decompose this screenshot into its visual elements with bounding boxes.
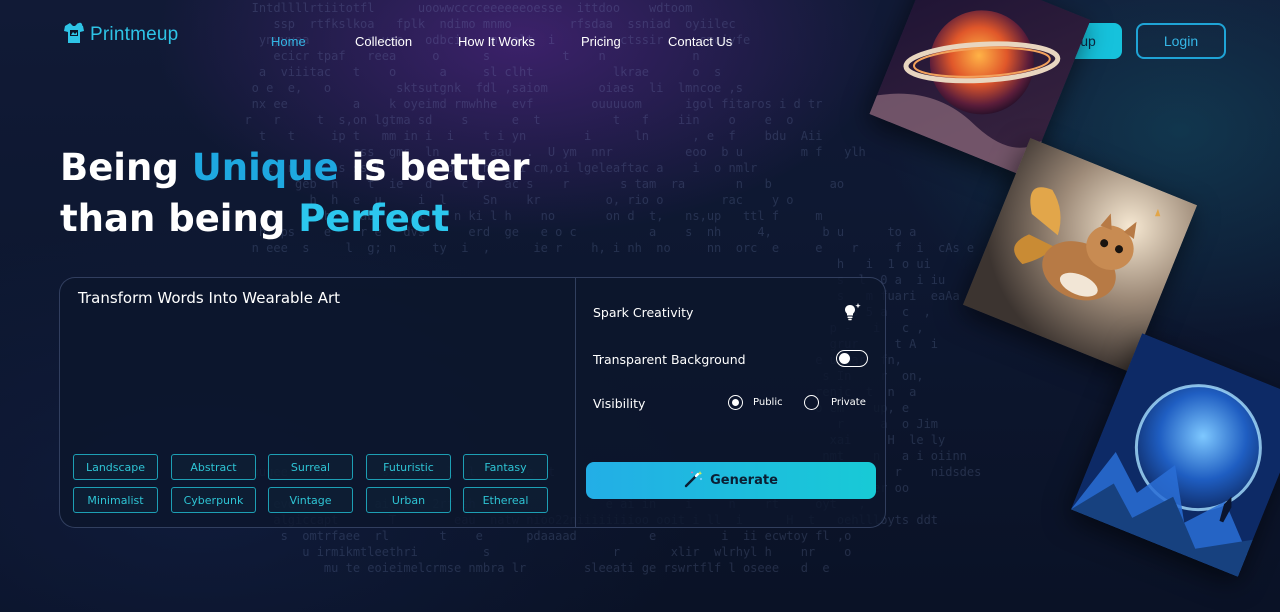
generator-card: Transform Words Into Wearable Art Landsc…: [59, 277, 886, 528]
style-tag-minimalist[interactable]: Minimalist: [73, 487, 158, 513]
lightbulb-sparkle-icon[interactable]: [842, 302, 862, 322]
hero-headline: Being Unique is better than being Perfec…: [60, 142, 580, 244]
page: Intdllllrtiitotfl uoowwcccceeeeeeoesse i…: [0, 0, 1280, 612]
magic-wand-icon: [684, 470, 704, 492]
hero-line2-pre: than being: [60, 197, 299, 240]
style-tag-surreal[interactable]: Surreal: [268, 454, 353, 480]
nav-how-it-works[interactable]: How It Works: [458, 34, 535, 49]
generate-label: Generate: [710, 473, 778, 488]
gallery-image-blue-moon[interactable]: [1070, 333, 1280, 577]
nav-home[interactable]: Home: [271, 34, 306, 49]
visibility-private-label: Private: [831, 397, 866, 408]
visibility-private-radio[interactable]: [804, 395, 819, 410]
nav-contact-us[interactable]: Contact Us: [668, 34, 732, 49]
hero-line1-pre: Being: [60, 146, 192, 189]
style-tag-abstract[interactable]: Abstract: [171, 454, 256, 480]
style-tag-futuristic[interactable]: Futuristic: [366, 454, 451, 480]
hero-line1-post: is better: [338, 146, 530, 189]
spark-creativity-label: Spark Creativity: [593, 305, 694, 320]
hero-highlight-perfect: Perfect: [298, 197, 450, 240]
visibility-public-radio[interactable]: [728, 395, 743, 410]
nav-collection[interactable]: Collection: [355, 34, 412, 49]
nav-pricing[interactable]: Pricing: [581, 34, 621, 49]
style-tag-fantasy[interactable]: Fantasy: [463, 454, 548, 480]
transparent-background-label: Transparent Background: [593, 352, 746, 367]
prompt-title: Transform Words Into Wearable Art: [78, 289, 341, 307]
login-button[interactable]: Login: [1136, 23, 1226, 59]
style-tag-landscape[interactable]: Landscape: [73, 454, 158, 480]
visibility-public-label: Public: [753, 397, 783, 408]
style-tag-vintage[interactable]: Vintage: [268, 487, 353, 513]
prompt-input[interactable]: [76, 314, 556, 444]
visibility-label: Visibility: [593, 396, 646, 411]
card-divider: [575, 278, 576, 527]
toggle-knob: [839, 352, 850, 364]
transparent-background-toggle[interactable]: [836, 350, 868, 367]
style-tag-urban[interactable]: Urban: [366, 487, 451, 513]
gallery-image-flying-cat[interactable]: [962, 137, 1198, 373]
generate-button[interactable]: Generate: [586, 462, 876, 499]
hero-highlight-unique: Unique: [191, 146, 339, 189]
style-tag-ethereal[interactable]: Ethereal: [463, 487, 548, 513]
style-tag-cyberpunk[interactable]: Cyberpunk: [171, 487, 256, 513]
